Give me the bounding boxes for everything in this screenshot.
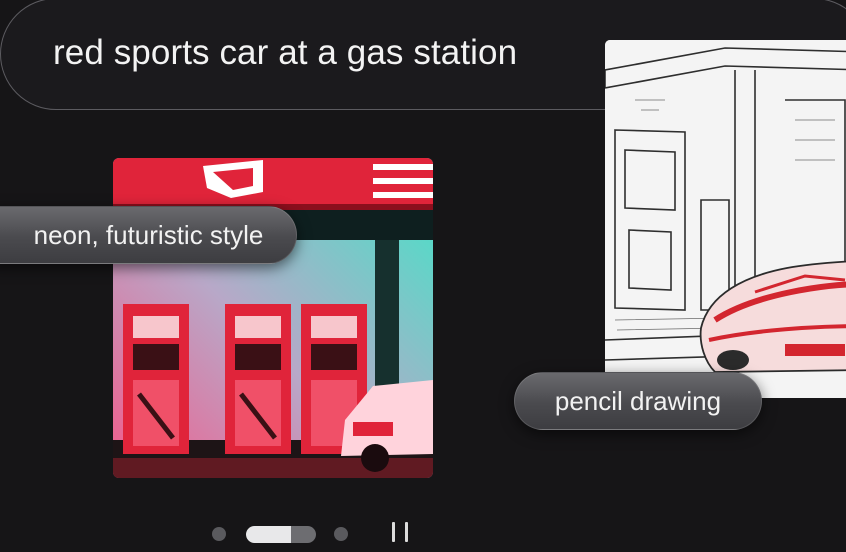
pause-bar-left (392, 522, 395, 542)
prompt-text: red sports car at a gas station (53, 33, 518, 72)
pause-bar-right (405, 522, 408, 542)
style-chip-neon[interactable]: neon, futuristic style (0, 206, 297, 264)
pencil-style-image[interactable] (605, 40, 846, 398)
carousel-dot-3[interactable] (334, 527, 348, 541)
carousel-dot-2-active[interactable] (246, 525, 316, 543)
pencil-gas-station-illustration (605, 40, 846, 398)
style-chip-pencil[interactable]: pencil drawing (514, 372, 762, 430)
carousel-dot-1[interactable] (212, 527, 226, 541)
carousel-pagination (212, 523, 348, 545)
pause-icon[interactable] (392, 519, 408, 545)
